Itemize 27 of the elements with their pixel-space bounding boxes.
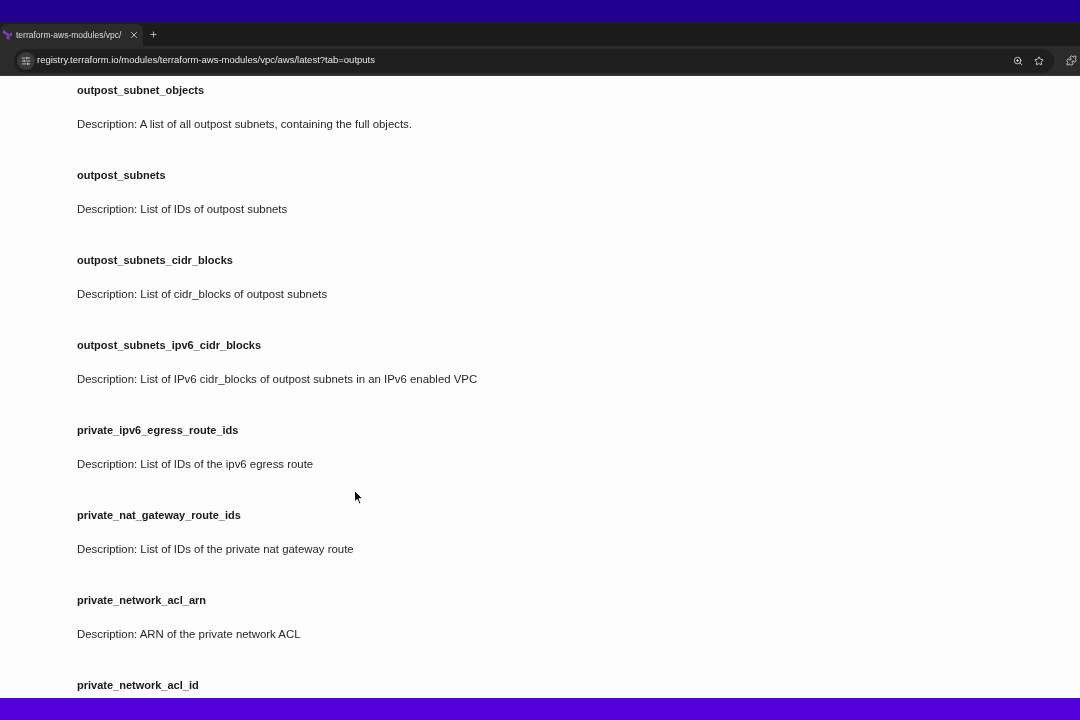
tab-title: terraform-aws-modules/vpc/ [16,28,122,42]
output-description: Description: List of IPv6 cidr_blocks of outpost subnets in an IPv6 enabled VPC [77,372,478,386]
output-name: outpost_subnets_ipv6_cidr_blocks [77,338,261,352]
close-icon[interactable] [129,30,139,40]
output-name: outpost_subnets [77,168,166,182]
browser-tab[interactable]: terraform-aws-modules/vpc/ [0,24,143,46]
zoom-icon[interactable] [1013,55,1023,66]
url-text: registry.terraform.io/modules/terraform-aws-modules/vpc/aws/latest?tab=outputs [37,53,375,68]
new-tab-icon[interactable] [149,30,158,39]
output-description: Description: ARN of the private network ACL [77,627,301,641]
output-name: private_ipv6_egress_route_ids [77,423,239,437]
output-description: Description: A list of all outpost subnets, containing the full objects. [77,117,412,131]
output-name: private_nat_gateway_route_ids [77,508,241,522]
output-name: outpost_subnets_cidr_blocks [77,253,233,267]
site-settings-icon[interactable] [17,51,35,70]
output-description: Description: List of cidr_blocks of outpost subnets [77,287,328,301]
output-description: Description: List of IDs of the private nat gateway route [77,542,354,556]
logo-icon [3,30,12,40]
output-description: Description: List of IDs of the ipv6 egress route [77,457,314,471]
mouse-cursor-icon [354,490,364,505]
output-name: private_network_acl_arn [77,593,206,607]
extensions-icon[interactable] [1066,55,1077,66]
output-name: private_network_acl_id [77,678,199,692]
bookmark-star-icon[interactable] [1034,55,1044,66]
output-name: outpost_subnet_objects [77,83,205,97]
address-bar[interactable]: registry.terraform.io/modules/terraform-aws-modules/vpc/aws/latest?tab=outputs [14,48,1054,73]
output-description: Description: List of IDs of outpost subnets [77,202,288,216]
